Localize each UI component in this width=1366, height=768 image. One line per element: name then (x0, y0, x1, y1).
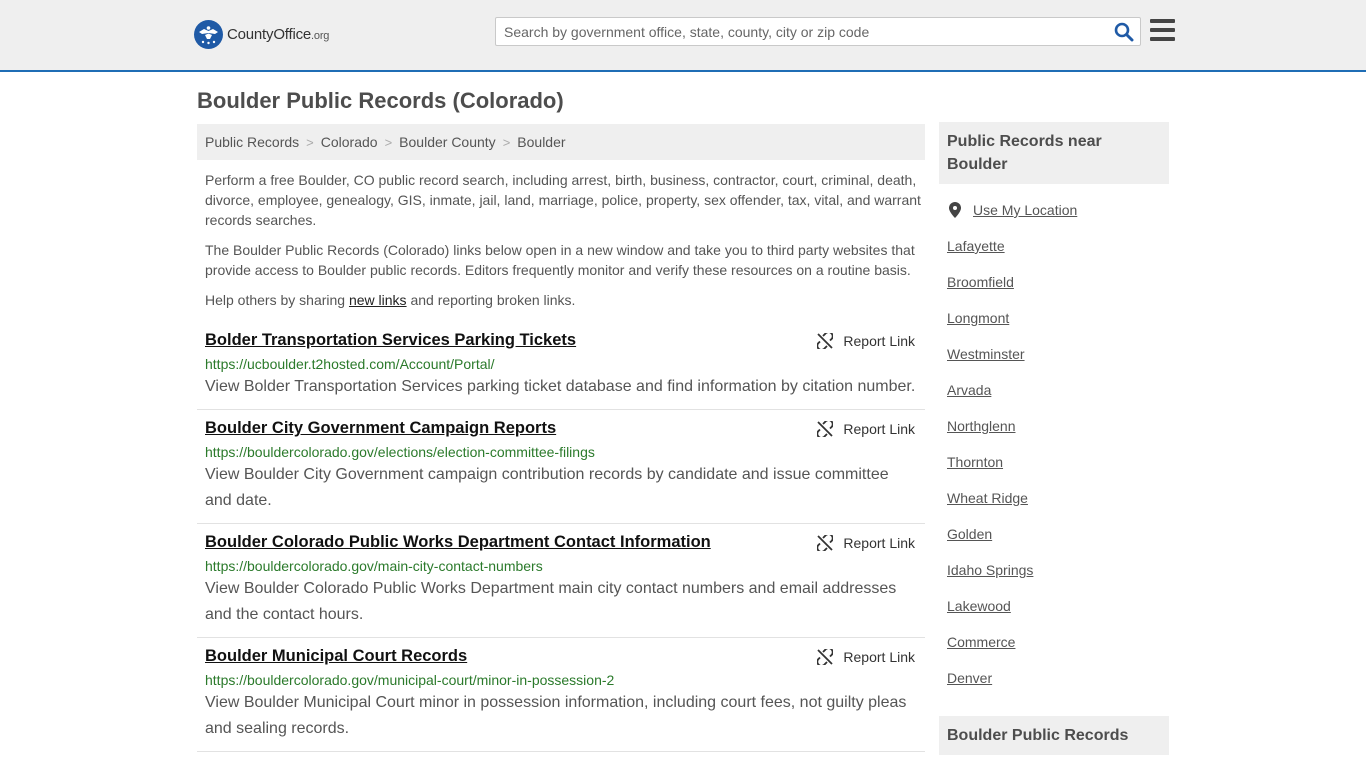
use-location-link[interactable]: Use My Location (947, 200, 1169, 220)
sidebar-city-link[interactable]: Idaho Springs (947, 560, 1169, 596)
report-link-button[interactable]: Report Link (817, 649, 915, 665)
seal-icon (194, 20, 223, 49)
breadcrumb-separator: > (306, 134, 314, 150)
record-title-link[interactable]: Bolder Transportation Services Parking T… (205, 331, 917, 350)
sidebar-city-link[interactable]: Golden (947, 524, 1169, 560)
broken-link-icon (817, 333, 834, 349)
record-description: View Boulder Colorado Public Works Depar… (205, 580, 897, 623)
record-description: View Bolder Transportation Services park… (205, 378, 916, 395)
record-url: https://ucboulder.t2hosted.com/Account/P… (205, 356, 495, 372)
report-link-button[interactable]: Report Link (817, 535, 915, 551)
report-link-label: Report Link (843, 333, 915, 349)
location-pin-icon (949, 202, 961, 218)
records-list: Bolder Transportation Services Parking T… (197, 322, 925, 752)
sidebar-second-heading: Boulder Public Records (939, 716, 1169, 755)
sidebar-city-link[interactable]: Commerce (947, 632, 1169, 668)
site-header: CountyOffice.org (0, 0, 1366, 72)
sidebar-city-link[interactable]: Thornton (947, 452, 1169, 488)
report-link-button[interactable]: Report Link (817, 421, 915, 437)
broken-link-icon (817, 649, 834, 665)
record-description: View Boulder City Government campaign co… (205, 466, 889, 509)
sidebar-city-link[interactable]: Westminster (947, 344, 1169, 380)
record-item: Boulder City Government Campaign Reports… (197, 410, 925, 524)
menu-icon[interactable] (1150, 19, 1175, 41)
site-logo[interactable]: CountyOffice.org (194, 20, 329, 49)
report-link-button[interactable]: Report Link (817, 333, 915, 349)
page-title: Boulder Public Records (Colorado) (197, 88, 564, 113)
record-url: https://bouldercolorado.gov/municipal-co… (205, 672, 615, 688)
intro-paragraph: The Boulder Public Records (Colorado) li… (205, 242, 915, 278)
sidebar-city-link[interactable]: Longmont (947, 308, 1169, 344)
new-links-link[interactable]: new links (349, 292, 407, 308)
breadcrumb-separator: > (502, 134, 511, 150)
sidebar-near-heading: Public Records near Boulder (939, 122, 1169, 184)
sidebar-city-link[interactable]: Lafayette (947, 236, 1169, 272)
intro-text: Perform a free Boulder, CO public record… (205, 170, 921, 320)
record-item: Bolder Transportation Services Parking T… (197, 322, 925, 410)
report-link-label: Report Link (843, 535, 915, 551)
breadcrumb-boulder-county[interactable]: Boulder County (399, 134, 496, 150)
record-item: Boulder Colorado Public Works Department… (197, 524, 925, 638)
record-title-link[interactable]: Boulder Colorado Public Works Department… (205, 533, 917, 552)
sidebar-city-link[interactable]: Lakewood (947, 596, 1169, 632)
logo-text: CountyOffice.org (227, 26, 330, 43)
search-input[interactable] (496, 18, 1106, 45)
search-bar (495, 17, 1141, 46)
sidebar-city-list: Use My Location Lafayette Broomfield Lon… (947, 200, 1169, 704)
record-url: https://bouldercolorado.gov/main-city-co… (205, 558, 543, 574)
sidebar-city-link[interactable]: Arvada (947, 380, 1169, 416)
breadcrumb: Public Records > Colorado > Boulder Coun… (197, 124, 925, 160)
breadcrumb-boulder[interactable]: Boulder (517, 134, 565, 150)
record-description: View Boulder Municipal Court minor in po… (205, 694, 907, 737)
intro-paragraph: Perform a free Boulder, CO public record… (205, 172, 921, 228)
sidebar-city-link[interactable]: Wheat Ridge (947, 488, 1169, 524)
record-title-link[interactable]: Boulder City Government Campaign Reports (205, 419, 917, 438)
record-title-link[interactable]: Boulder Municipal Court Records (205, 647, 917, 666)
report-link-label: Report Link (843, 649, 915, 665)
record-url: https://bouldercolorado.gov/elections/el… (205, 444, 595, 460)
sidebar-city-link[interactable]: Broomfield (947, 272, 1169, 308)
breadcrumb-colorado[interactable]: Colorado (321, 134, 378, 150)
broken-link-icon (817, 421, 834, 437)
sidebar-city-link[interactable]: Northglenn (947, 416, 1169, 452)
search-icon[interactable] (1114, 22, 1134, 42)
broken-link-icon (817, 535, 834, 551)
record-item: Boulder Municipal Court Records https://… (197, 638, 925, 752)
breadcrumb-separator: > (384, 134, 393, 150)
breadcrumb-public-records[interactable]: Public Records (205, 134, 299, 150)
report-link-label: Report Link (843, 421, 915, 437)
sidebar-city-link[interactable]: Denver (947, 668, 1169, 704)
share-note: Help others by sharing new links and rep… (205, 292, 576, 308)
